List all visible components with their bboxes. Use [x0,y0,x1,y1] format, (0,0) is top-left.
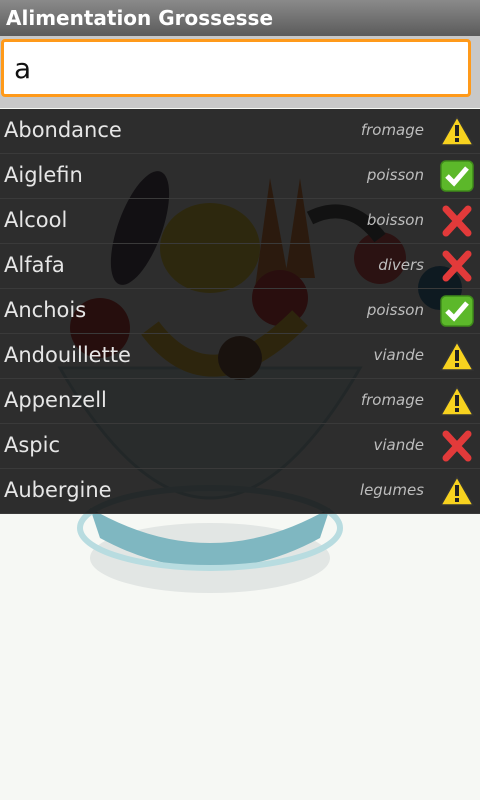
food-category: divers [378,256,424,274]
warning-icon [440,385,474,417]
food-name: Alcool [4,208,68,232]
food-name: Abondance [4,118,122,142]
cross-icon [440,205,474,237]
food-category: viande [373,436,425,454]
warning-icon [440,340,474,372]
food-name: Aiglefin [4,163,83,187]
list-item[interactable]: Alfafa divers [0,244,480,289]
app-title: Alimentation Grossesse [6,6,274,30]
warning-icon [440,115,474,147]
food-name: Andouillette [4,343,131,367]
title-bar: Alimentation Grossesse [0,0,480,37]
list-item[interactable]: Aiglefin poisson [0,154,480,199]
list-item[interactable]: Andouillette viande [0,334,480,379]
food-name: Aspic [4,433,61,457]
search-input[interactable] [1,39,471,97]
cross-icon [440,430,474,462]
food-category: fromage [360,121,424,139]
food-name: Anchois [4,298,87,322]
food-category: fromage [360,391,424,409]
food-name: Alfafa [4,253,65,277]
list-item[interactable]: Alcool boisson [0,199,480,244]
list-item[interactable]: Aspic viande [0,424,480,469]
food-name: Aubergine [4,478,112,502]
food-name: Appenzell [4,388,107,412]
search-bar [0,36,480,108]
food-category: viande [373,346,425,364]
cross-icon [440,250,474,282]
list-item[interactable]: Aubergine legumes [0,469,480,514]
list-item[interactable]: Abondance fromage [0,109,480,154]
checkmark-icon [440,295,474,327]
food-category: poisson [366,166,424,184]
food-category: legumes [359,481,424,499]
warning-icon [440,475,474,507]
food-category: boisson [366,211,424,229]
food-list: Abondance fromage Aiglefin poisson Alcool boi… [0,109,480,514]
checkmark-icon [440,160,474,192]
list-item[interactable]: Anchois poisson [0,289,480,334]
food-category: poisson [366,301,424,319]
list-item[interactable]: Appenzell fromage [0,379,480,424]
